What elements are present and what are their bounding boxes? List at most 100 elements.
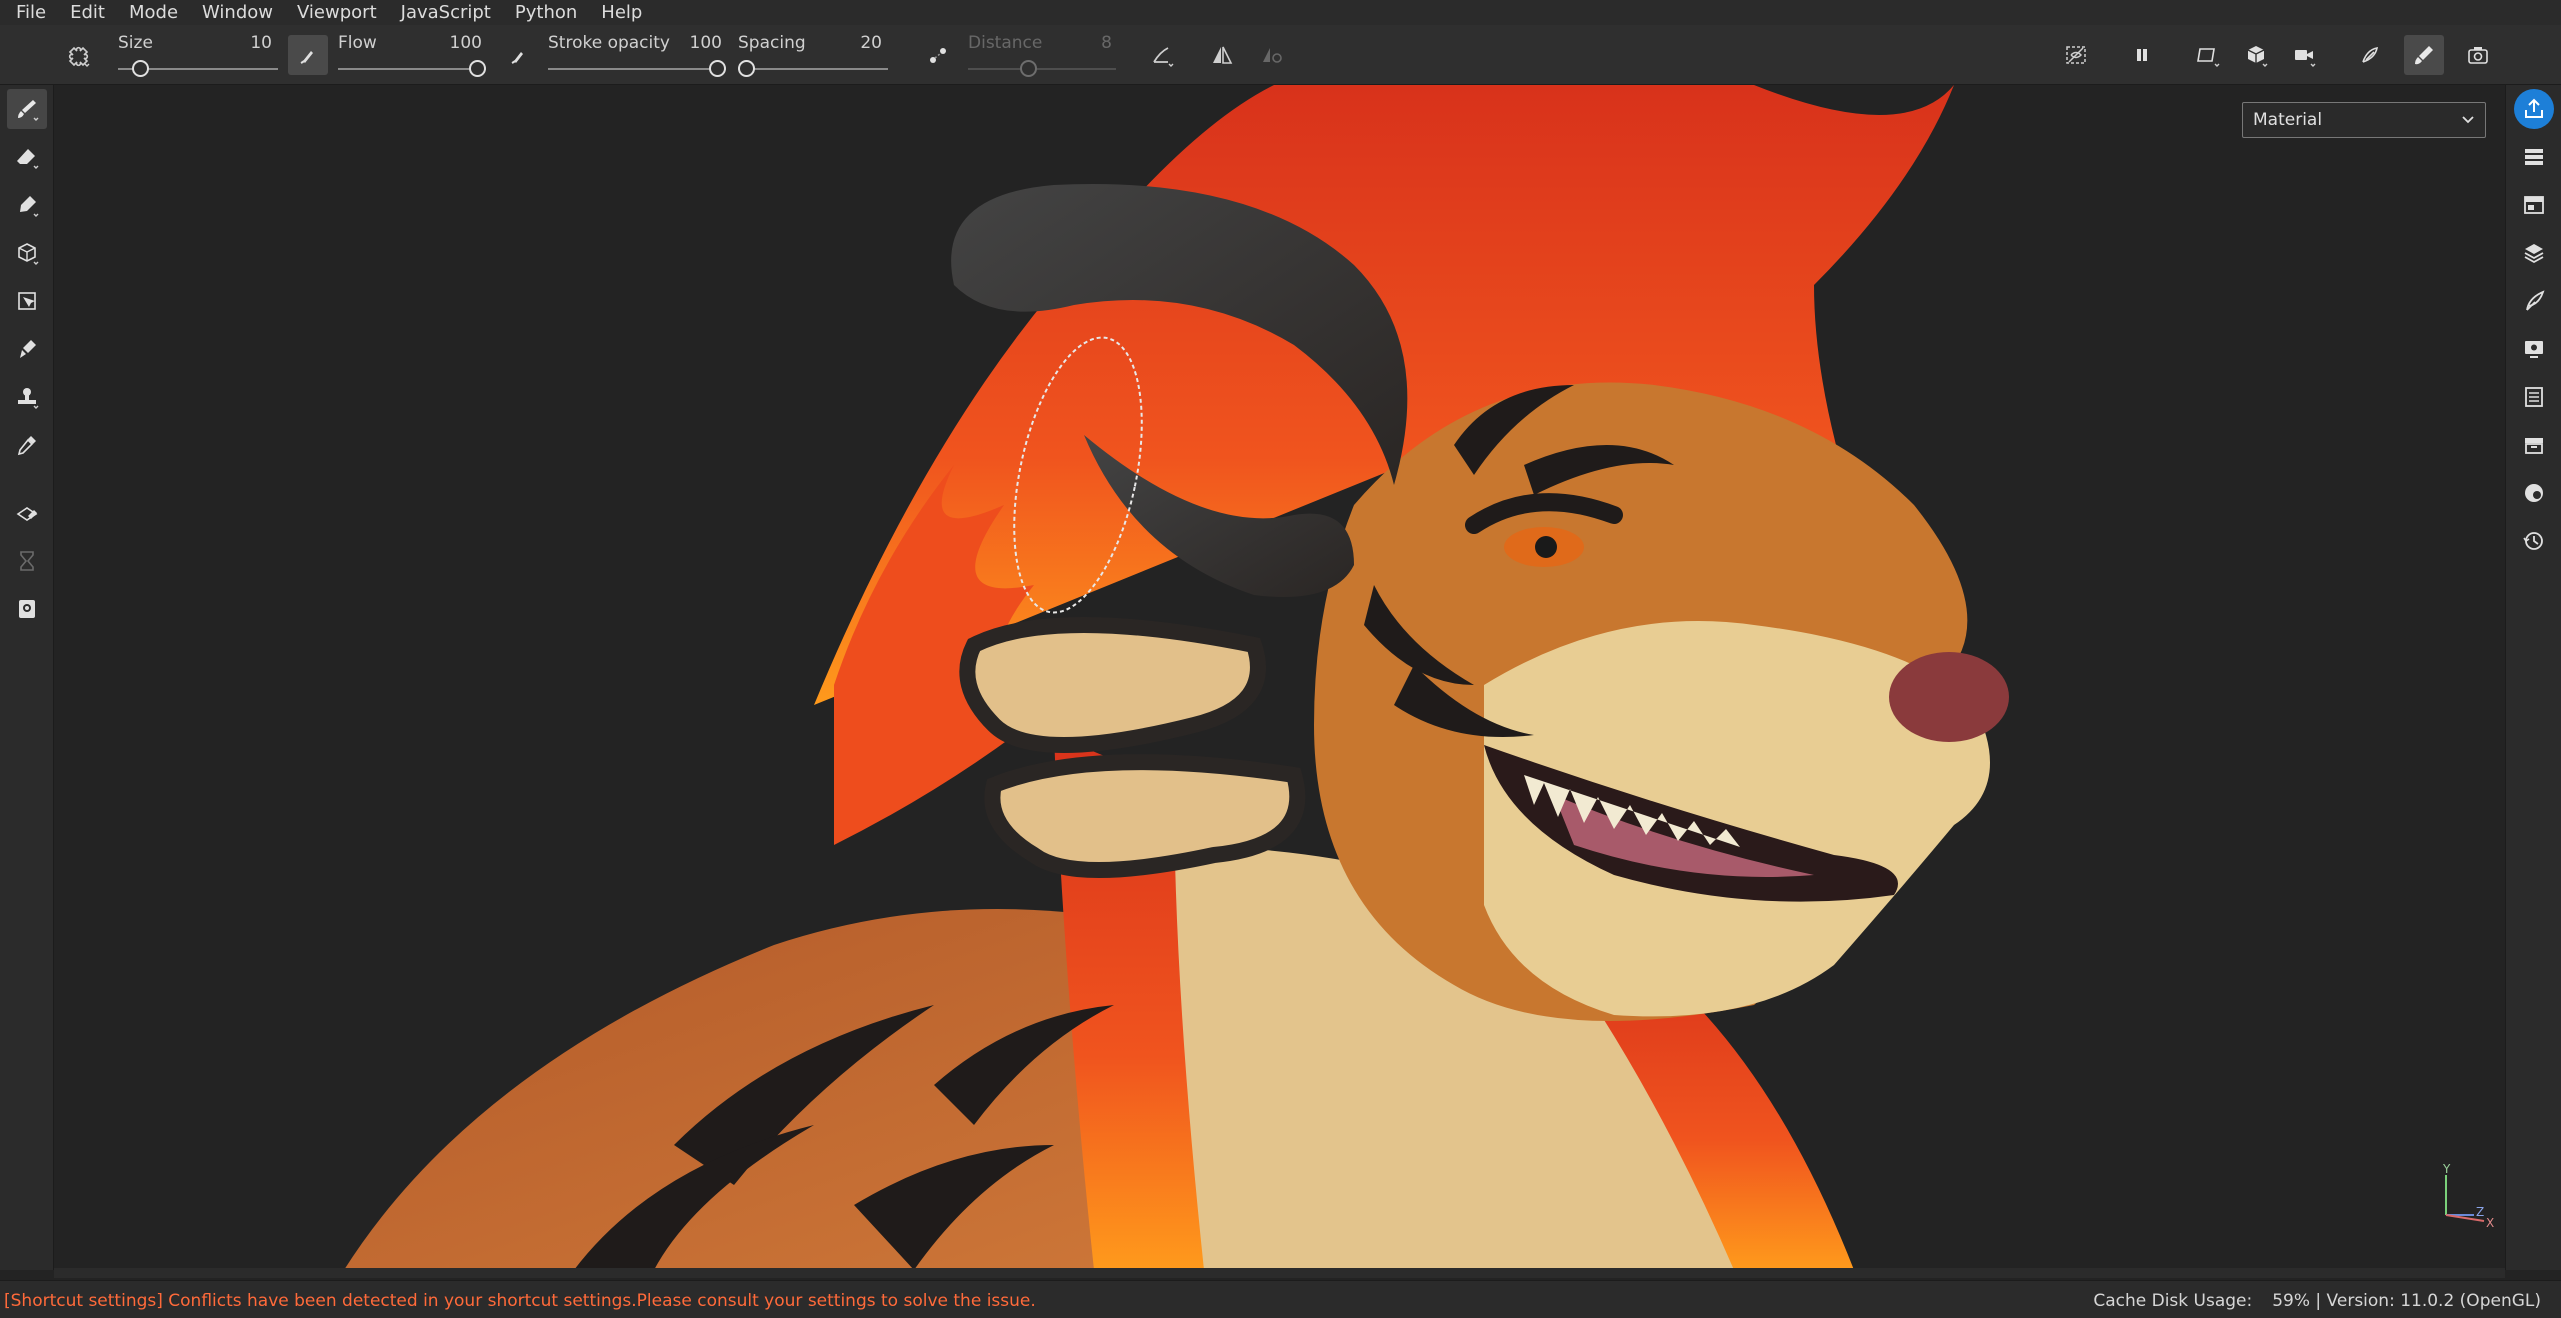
spacing-slider-knob[interactable]: [738, 60, 755, 77]
lazy-mouse-icon: [930, 48, 946, 63]
menu-mode[interactable]: Mode: [117, 0, 190, 25]
screenshot-button[interactable]: [2458, 35, 2498, 75]
pause-engine-button[interactable]: [2122, 35, 2162, 75]
spacing-value[interactable]: 20: [840, 33, 882, 53]
hourglass-icon: [20, 551, 34, 571]
bake-icon: [2362, 46, 2379, 63]
texture-set-list-button[interactable]: [2514, 137, 2554, 177]
camera-view-button[interactable]: [2284, 35, 2324, 75]
ear-fin-upper: [959, 617, 1266, 753]
view-mode-dropdown[interactable]: Material: [2242, 102, 2486, 138]
distance-label: Distance: [968, 33, 1043, 53]
spacing-slider-track: [738, 68, 888, 70]
viewport-scrollbar[interactable]: [54, 1268, 2505, 1278]
symmetry-settings-button[interactable]: [1252, 35, 1292, 75]
bake-tool[interactable]: [7, 493, 47, 533]
menu-edit[interactable]: Edit: [58, 0, 117, 25]
opacity-pressure-button[interactable]: [498, 35, 538, 75]
size-slider[interactable]: [118, 59, 278, 79]
menu-viewport[interactable]: Viewport: [285, 0, 389, 25]
3d-view-button[interactable]: [2236, 35, 2276, 75]
log-button[interactable]: [2514, 377, 2554, 417]
spacing-label: Spacing: [738, 33, 806, 53]
stroke-opacity-slider-knob[interactable]: [709, 60, 726, 77]
flow-slider[interactable]: [338, 59, 486, 79]
axis-y-label: Y: [2442, 1162, 2451, 1176]
stroke-opacity-label: Stroke opacity: [548, 33, 670, 53]
size-label: Size: [118, 33, 153, 53]
menu-bar: File Edit Mode Window Viewport JavaScrip…: [0, 0, 2561, 25]
projection-tool[interactable]: [7, 185, 47, 225]
paint-tool[interactable]: [7, 89, 47, 129]
geometry-fill-tool[interactable]: [7, 233, 47, 273]
angle-icon: [1153, 47, 1174, 67]
feather-icon: [2526, 290, 2545, 311]
menu-javascript[interactable]: JavaScript: [389, 0, 503, 25]
export-textures-button[interactable]: [2514, 89, 2554, 129]
flow-pressure-button[interactable]: [288, 35, 328, 75]
cube-icon: [18, 243, 39, 265]
flow-label: Flow: [338, 33, 377, 53]
spacing-slider[interactable]: [738, 59, 888, 79]
bake-brush-icon: [16, 507, 38, 521]
status-bar: [Shortcut settings] Conflicts have been …: [0, 1280, 2561, 1318]
distance-slider-knob[interactable]: [1020, 60, 1038, 77]
iray-tool[interactable]: [7, 589, 47, 629]
pen-nib-icon: [20, 196, 39, 217]
texture-set-settings-button[interactable]: [2514, 185, 2554, 225]
layers-icon: [2524, 244, 2544, 264]
nose: [1889, 652, 2009, 742]
timeline-tool[interactable]: [7, 541, 47, 581]
polygon-fill-tool[interactable]: [7, 281, 47, 321]
distance-slider[interactable]: [968, 59, 1116, 79]
color-picker-tool[interactable]: [7, 425, 47, 465]
eraser-tool[interactable]: [7, 137, 47, 177]
cube-icon: [2247, 46, 2268, 67]
stroke-opacity-value[interactable]: 100: [680, 33, 722, 53]
view-mode-value: Material: [2253, 110, 2323, 130]
2d-view-button[interactable]: [2188, 35, 2228, 75]
layers-button[interactable]: [2514, 233, 2554, 273]
bake-mode-button[interactable]: [2350, 35, 2390, 75]
pause-icon: [2137, 49, 2147, 61]
size-slider-knob[interactable]: [132, 60, 150, 77]
list-icon: [2525, 149, 2543, 165]
menu-window[interactable]: Window: [190, 0, 285, 25]
history-button[interactable]: [2514, 521, 2554, 561]
shader-settings-button[interactable]: [2514, 473, 2554, 513]
axis-x-label: X: [2486, 1216, 2494, 1230]
paint-mode-button[interactable]: [2404, 35, 2444, 75]
stroke-opacity-slider-track: [548, 68, 726, 70]
flow-value[interactable]: 100: [440, 33, 482, 53]
export-icon: [2525, 98, 2543, 118]
hide-ui-button[interactable]: [2056, 35, 2096, 75]
lazy-mouse-button[interactable]: [918, 35, 958, 75]
symmetry-button[interactable]: [1202, 35, 1242, 75]
size-value[interactable]: 10: [230, 33, 272, 53]
stroke-opacity-slider[interactable]: [548, 59, 726, 79]
video-camera-icon: [2295, 50, 2316, 67]
smudge-tool[interactable]: [7, 329, 47, 369]
display-settings-button[interactable]: [2514, 329, 2554, 369]
assets-button[interactable]: [2514, 425, 2554, 465]
pen-pressure-icon: [511, 52, 523, 64]
viewport-render: Y Z X: [344, 85, 2494, 1270]
distance-value[interactable]: 8: [1070, 33, 1112, 53]
status-warning-message[interactable]: [Shortcut settings] Conflicts have been …: [4, 1291, 1036, 1311]
menu-help[interactable]: Help: [589, 0, 654, 25]
right-dock-shelf: [2505, 85, 2561, 1270]
angle-button[interactable]: [1142, 35, 1182, 75]
menu-file[interactable]: File: [4, 0, 58, 25]
monitor-icon: [2525, 341, 2543, 358]
clone-tool[interactable]: [7, 377, 47, 417]
flow-slider-knob[interactable]: [469, 60, 486, 77]
menu-python[interactable]: Python: [503, 0, 589, 25]
pen-pressure-icon: [300, 51, 313, 64]
sphere-icon: [2525, 484, 2543, 502]
brush-preset-button[interactable]: [58, 35, 98, 75]
properties-button[interactable]: [2514, 281, 2554, 321]
puzzle-icon: [68, 46, 90, 67]
flow-slider-track: [338, 68, 486, 70]
3d-viewport[interactable]: Y Z X: [54, 85, 2505, 1270]
paint-brush-icon: [2415, 46, 2433, 65]
